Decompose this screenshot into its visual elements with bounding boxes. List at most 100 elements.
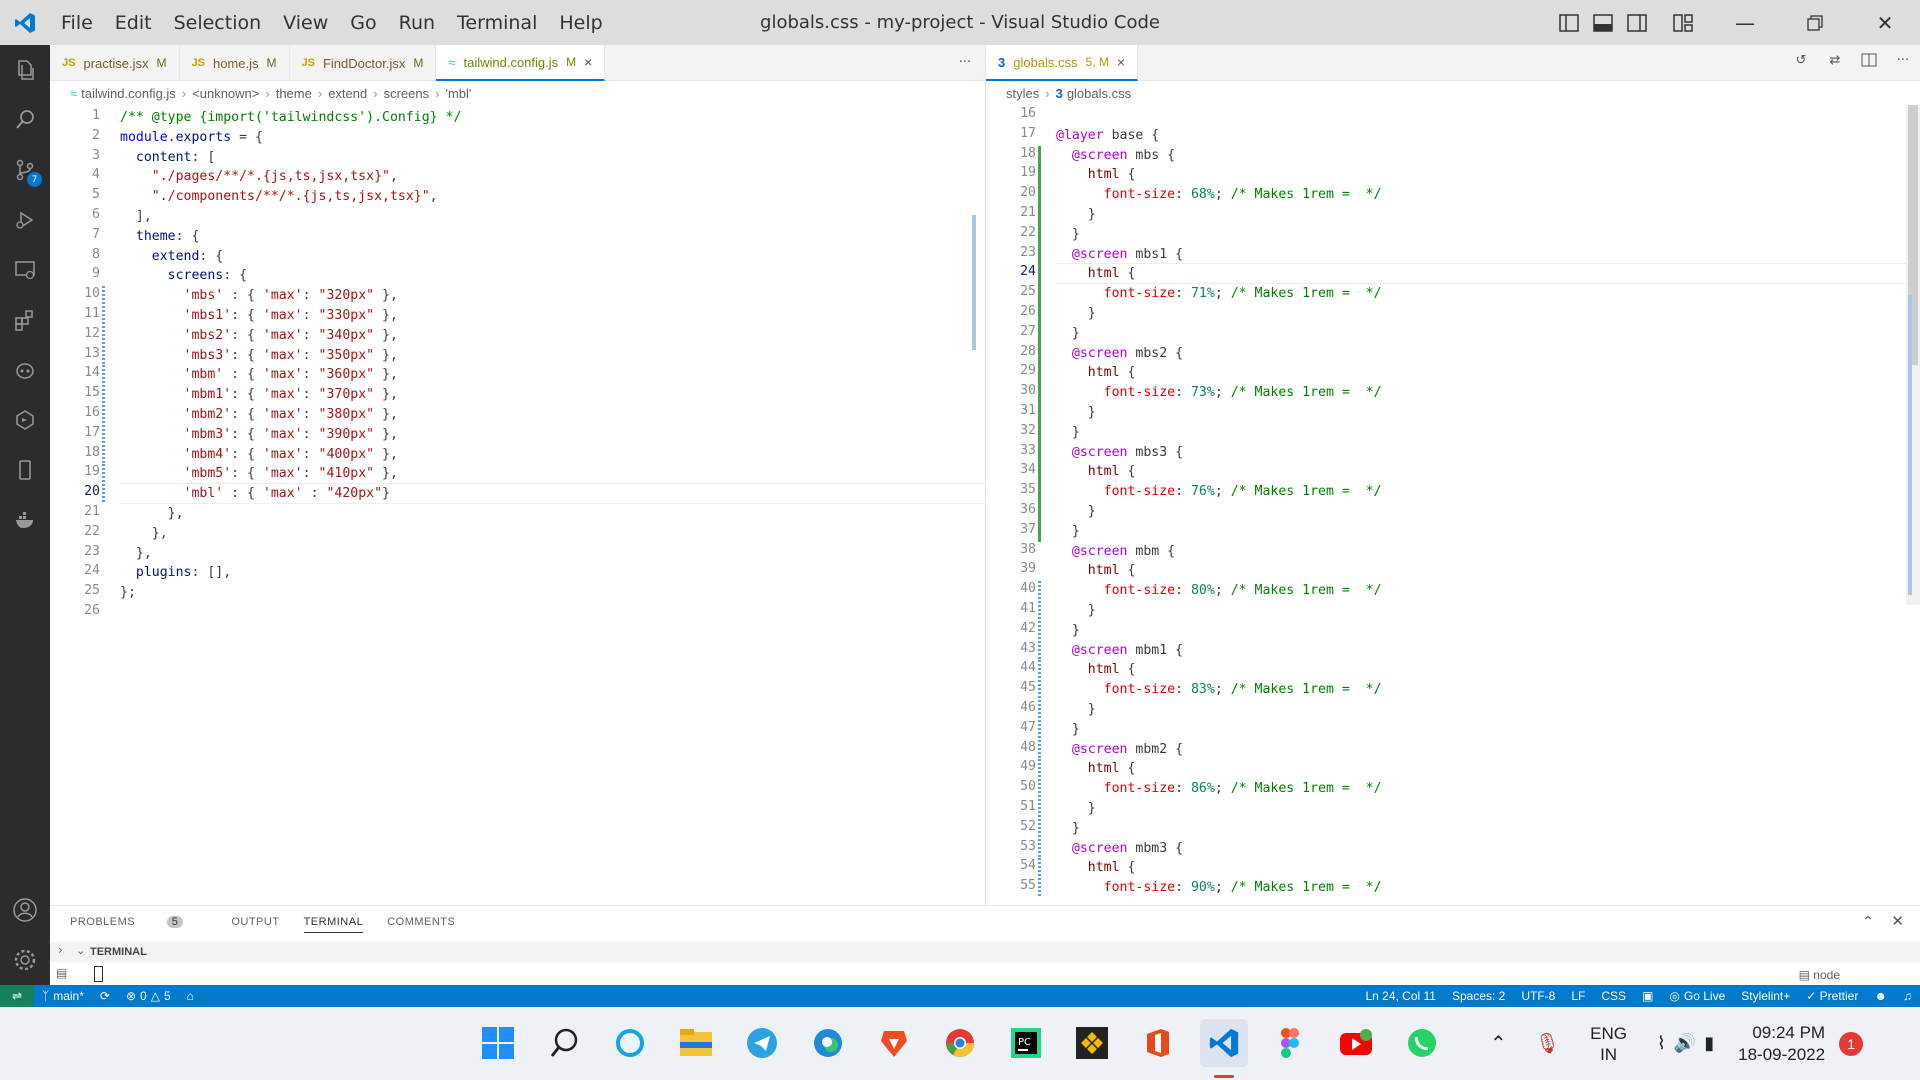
cortana-icon[interactable]: [610, 1023, 650, 1063]
settings-gear-icon[interactable]: [0, 935, 50, 985]
brave-icon[interactable]: [874, 1023, 914, 1063]
vscode-taskbar-icon[interactable]: [1200, 1019, 1248, 1067]
battery-icon[interactable]: ▮: [1704, 1033, 1714, 1054]
editor-scrollbar[interactable]: [972, 215, 976, 350]
restore-button[interactable]: [1780, 0, 1850, 45]
menu-selection[interactable]: Selection: [163, 12, 273, 34]
menu-edit[interactable]: Edit: [104, 12, 163, 34]
close-tab-icon[interactable]: ×: [584, 54, 592, 70]
explorer-icon[interactable]: [0, 45, 50, 95]
branch-indicator[interactable]: ᛉ main*: [42, 989, 84, 1003]
code-editor-tailwind[interactable]: 1 /** @type {import('tailwindcss').Config…: [50, 104, 985, 904]
minimize-button[interactable]: —: [1710, 0, 1780, 45]
terminal-cursor[interactable]: [94, 966, 103, 982]
whatsapp-icon[interactable]: [1402, 1023, 1442, 1063]
breadcrumb-item[interactable]: 'mbl': [445, 86, 471, 101]
telegram-icon[interactable]: [742, 1023, 782, 1063]
language-mode[interactable]: CSS: [1601, 989, 1626, 1003]
timeline-icon[interactable]: ↺: [1786, 45, 1816, 75]
chevron-right-icon[interactable]: ›: [58, 943, 63, 957]
encoding[interactable]: UTF-8: [1521, 989, 1555, 1003]
tab-tailwind-config-js[interactable]: ≈ tailwind.config.js M ×: [436, 45, 606, 81]
menu-terminal[interactable]: Terminal: [446, 12, 548, 34]
end-of-line[interactable]: LF: [1571, 989, 1585, 1003]
menu-view[interactable]: View: [272, 12, 339, 34]
breadcrumb-item[interactable]: theme: [276, 86, 312, 101]
compare-changes-icon[interactable]: ⇄: [1820, 45, 1850, 75]
tab-home-js[interactable]: JS home.js M: [180, 45, 290, 81]
split-editor-icon[interactable]: [1854, 45, 1884, 75]
breadcrumb-item[interactable]: globals.css: [1067, 86, 1131, 101]
prettier-status[interactable]: ✓ Prettier: [1806, 989, 1858, 1003]
breadcrumb-item[interactable]: <unknown>: [192, 86, 259, 101]
copilot-icon[interactable]: [0, 345, 50, 395]
figma-icon[interactable]: [1270, 1023, 1310, 1063]
testing-icon[interactable]: [0, 395, 50, 445]
toggle-sidebar-icon[interactable]: [1554, 8, 1584, 38]
youtube-icon[interactable]: [1336, 1023, 1376, 1063]
search-taskbar-icon[interactable]: [545, 1023, 585, 1063]
more-actions-icon[interactable]: ···: [945, 45, 985, 80]
account-icon[interactable]: [0, 885, 50, 935]
notifications-bell-icon[interactable]: ♫: [1903, 989, 1912, 1003]
indentation[interactable]: Spaces: 2: [1452, 989, 1505, 1003]
tab-practise-jsx[interactable]: JS practise.jsx M: [50, 45, 180, 81]
more-actions-icon[interactable]: ···: [1888, 45, 1918, 75]
volume-icon[interactable]: 🔊: [1674, 1033, 1696, 1054]
maximize-panel-icon[interactable]: ⌃: [1862, 914, 1874, 930]
search-icon[interactable]: [0, 95, 50, 145]
menu-help[interactable]: Help: [548, 12, 613, 34]
customize-layout-icon[interactable]: [1668, 8, 1698, 38]
close-window-button[interactable]: ✕: [1850, 0, 1920, 45]
show-hidden-icons-icon[interactable]: ⌃: [1490, 1031, 1507, 1056]
breadcrumb-item[interactable]: tailwind.config.js: [81, 86, 176, 101]
edge-icon[interactable]: [808, 1023, 848, 1063]
chrome-icon[interactable]: [940, 1023, 980, 1063]
file-explorer-icon[interactable]: [676, 1023, 716, 1063]
menu-go[interactable]: Go: [339, 12, 387, 34]
breadcrumb-item[interactable]: styles: [1006, 86, 1039, 101]
run-debug-icon[interactable]: [0, 195, 50, 245]
source-control-icon[interactable]: 7: [0, 145, 50, 195]
tab-finddoctor-jsx[interactable]: JS FindDoctor.jsx M: [290, 45, 437, 81]
close-tab-icon[interactable]: ×: [1117, 54, 1125, 70]
toggle-secondary-sidebar-icon[interactable]: [1622, 8, 1652, 38]
feedback-icon[interactable]: ▣: [1642, 989, 1653, 1003]
microphone-icon[interactable]: 🎙: [1535, 1031, 1560, 1056]
remote-explorer-icon[interactable]: [0, 245, 50, 295]
wifi-icon[interactable]: ⌇: [1657, 1033, 1666, 1054]
pycharm-icon[interactable]: PC: [1006, 1023, 1046, 1063]
tab-output[interactable]: OUTPUT: [231, 916, 279, 933]
code-editor-globals-css[interactable]: 16 17 @layer base {18 @screen mbs {19 html…: [986, 104, 1920, 904]
docker-icon[interactable]: [0, 495, 50, 545]
breadcrumb-item[interactable]: extend: [328, 86, 367, 101]
extensions-icon[interactable]: [0, 295, 50, 345]
clock[interactable]: 09:24 PM 18-09-2022: [1738, 1022, 1825, 1066]
tab-problems[interactable]: PROBLEMS 5: [70, 916, 207, 933]
terminal-instance[interactable]: ▤ node: [1799, 968, 1840, 982]
menu-file[interactable]: File: [50, 12, 104, 34]
close-panel-icon[interactable]: ✕: [1891, 912, 1904, 930]
toggle-panel-icon[interactable]: [1588, 8, 1618, 38]
binance-icon[interactable]: [1072, 1023, 1112, 1063]
sync-icon[interactable]: ⟳: [100, 989, 110, 1003]
account-status-icon[interactable]: ☻: [1874, 989, 1887, 1003]
tab-terminal[interactable]: TERMINAL: [303, 916, 364, 933]
office-icon[interactable]: [1138, 1023, 1178, 1063]
breadcrumb-item[interactable]: screens: [384, 86, 430, 101]
cursor-position[interactable]: Ln 24, Col 11: [1365, 989, 1436, 1003]
problems-indicator[interactable]: ⊗ 0 △ 5: [126, 989, 171, 1003]
remote-indicator-icon[interactable]: ⇌: [0, 985, 34, 1007]
tab-comments[interactable]: COMMENTS: [387, 916, 455, 933]
go-live-button[interactable]: ◎ Go Live: [1669, 989, 1725, 1003]
stylelint-status[interactable]: Stylelint+: [1741, 989, 1790, 1003]
windows-start-icon[interactable]: [478, 1023, 518, 1063]
notification-badge[interactable]: 1: [1839, 1031, 1864, 1056]
device-icon[interactable]: [0, 445, 50, 495]
new-terminal-icon[interactable]: ▤: [56, 966, 67, 980]
input-language-indicator[interactable]: ENG IN: [1590, 1023, 1627, 1065]
home-icon[interactable]: ⌂: [187, 989, 194, 1003]
terminal-section-header[interactable]: › ⌄ TERMINAL: [50, 942, 1920, 962]
menu-run[interactable]: Run: [388, 12, 446, 34]
tab-globals-css[interactable]: 3 globals.css 5, M ×: [986, 45, 1139, 81]
